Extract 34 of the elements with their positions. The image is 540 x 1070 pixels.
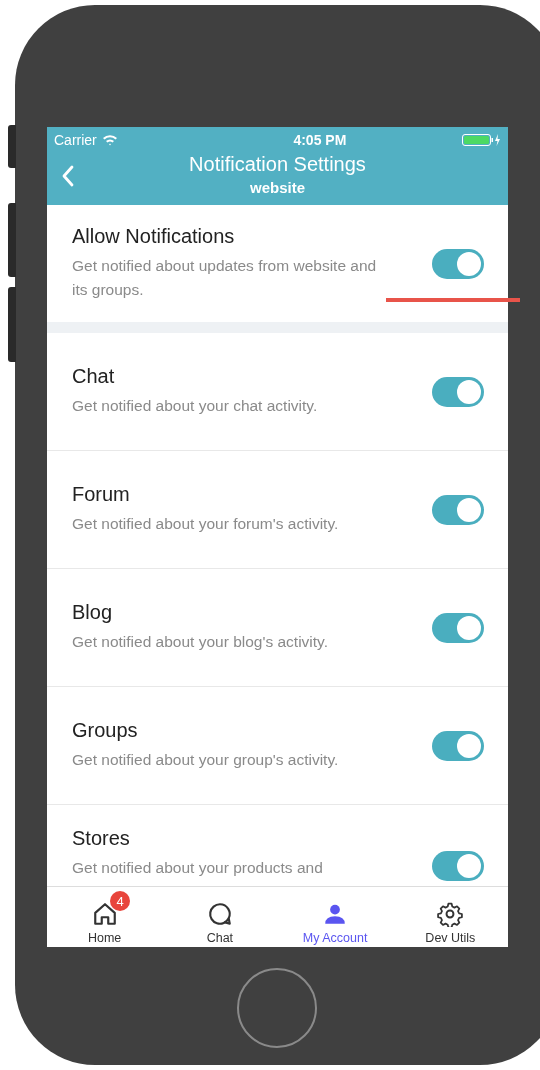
setting-description: Get notified about your forum's activity. [72,514,340,534]
setting-description: Get notified about your group's activity. [72,750,340,770]
wifi-icon [101,134,118,146]
settings-icon [437,901,464,927]
setting-title: Groups [72,719,139,742]
battery-icon [462,134,502,146]
home-icon [91,901,118,927]
toggle-switch[interactable] [432,730,484,761]
setting-title: Forum [72,483,131,506]
tab-item[interactable]: Chat [162,887,278,947]
screen-title: Notification Settings [188,153,367,176]
toggle-switch[interactable] [432,248,484,279]
toggle-switch[interactable] [432,494,484,525]
tab-item[interactable]: My Account [277,887,393,947]
setting-title: Blog [72,601,114,624]
notification-badge: 4 [110,891,130,911]
setting-title: Stores [72,827,131,850]
chat-icon [206,901,233,927]
setting-description: Get notified about your products and [72,858,324,878]
screen-subtitle: website [249,179,306,196]
status-time: 4:05 PM [293,132,347,148]
setting-title: Allow Notifications [72,225,236,248]
setting-description: Get notified about updates from website and its groups. [72,256,378,300]
setting-title: Chat [72,365,116,388]
tab-item[interactable]: Dev Utils [392,887,508,947]
carrier-label: Carrier [54,132,97,148]
home-button[interactable] [237,968,317,1048]
tab-item[interactable]: Home 4 [47,887,163,947]
toggle-switch[interactable] [432,612,484,643]
setting-description: Get notified about your chat activity. [72,396,319,416]
toggle-switch[interactable] [432,851,484,881]
toggle-switch[interactable] [432,376,484,407]
back-icon[interactable] [61,165,75,187]
setting-description: Get notified about your blog's activity. [72,632,329,652]
